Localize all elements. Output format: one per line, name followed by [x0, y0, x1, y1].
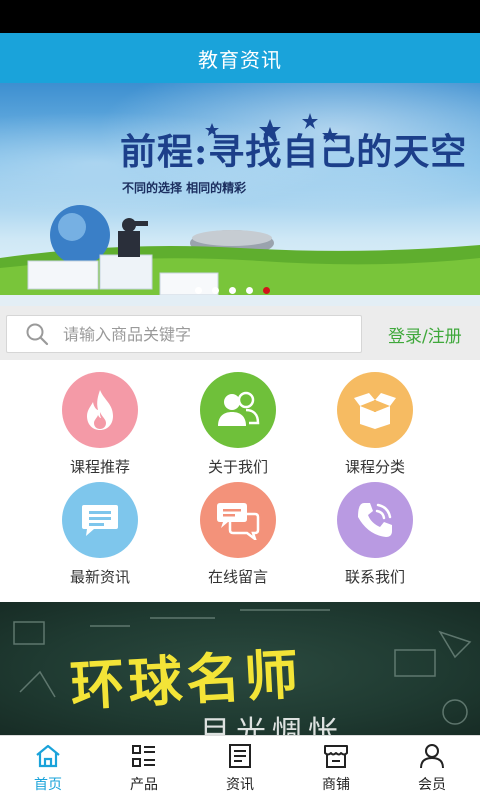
user-icon	[420, 744, 444, 769]
menu-item-label: 联系我们	[344, 568, 405, 586]
carousel-dot[interactable]	[195, 287, 202, 294]
menu-item-about-us[interactable]: 关于我们	[178, 372, 298, 477]
bottom-tab-bar: 首页 产品 资讯 商铺 会员	[0, 735, 480, 800]
menu-item-online-message[interactable]: 在线留言	[178, 482, 298, 587]
grid-list-icon	[132, 745, 155, 767]
menu-item-label: 最新资讯	[69, 568, 130, 586]
banner-carousel[interactable]: 前程:寻找自己的天空 不同的选择 相同的精彩	[0, 83, 480, 306]
menu-item-label: 课程推荐	[69, 458, 130, 476]
promo-banner[interactable]: 环球名师 目光惆怅	[0, 602, 480, 735]
login-register-link[interactable]: 登录/注册	[388, 322, 462, 347]
carousel-dot[interactable]	[229, 287, 236, 294]
banner-headline: 前程:寻找自己的天空	[120, 131, 468, 173]
tab-label: 首页	[34, 777, 62, 793]
feature-menu: 课程推荐 关于我们 课程分类 最新资讯 在线留言 联系我们	[0, 360, 480, 602]
status-bar	[0, 0, 480, 33]
phone-icon	[337, 482, 413, 558]
tab-member[interactable]: 会员	[384, 736, 480, 800]
menu-item-label: 在线留言	[207, 568, 268, 586]
carousel-dot-active[interactable]	[263, 287, 270, 294]
search-icon	[26, 323, 49, 346]
tab-home[interactable]: 首页	[0, 736, 96, 800]
carousel-dot[interactable]	[212, 287, 219, 294]
menu-item-latest-news[interactable]: 最新资讯	[40, 482, 160, 587]
flame-icon	[62, 372, 138, 448]
tab-products[interactable]: 产品	[96, 736, 192, 800]
tab-label: 产品	[130, 777, 158, 793]
menu-item-contact-us[interactable]: 联系我们	[315, 482, 435, 587]
menu-item-course-recommend[interactable]: 课程推荐	[40, 372, 160, 477]
users-icon	[200, 372, 276, 448]
shop-icon	[324, 745, 348, 768]
message-icon	[62, 482, 138, 558]
search-box[interactable]	[6, 315, 362, 353]
carousel-dot[interactable]	[246, 287, 253, 294]
tab-shop[interactable]: 商铺	[288, 736, 384, 800]
chat-icon	[200, 482, 276, 558]
tab-label: 会员	[418, 777, 446, 793]
home-icon	[36, 744, 60, 768]
carousel-indicators	[195, 287, 270, 294]
tab-news[interactable]: 资讯	[192, 736, 288, 800]
news-icon	[229, 744, 251, 768]
tab-label: 商铺	[322, 777, 350, 793]
banner-subline: 不同的选择 相同的精彩	[122, 181, 247, 195]
tab-label: 资讯	[226, 777, 254, 793]
promo-subline: 目光惆怅	[200, 715, 344, 735]
search-bar: 登录/注册	[0, 306, 480, 360]
title-bar: 教育资讯	[0, 33, 480, 83]
page-title: 教育资讯	[198, 47, 282, 72]
box-icon	[337, 372, 413, 448]
search-input[interactable]	[63, 324, 333, 344]
menu-item-label: 关于我们	[207, 458, 268, 476]
menu-item-course-category[interactable]: 课程分类	[315, 372, 435, 477]
menu-item-label: 课程分类	[344, 458, 405, 476]
